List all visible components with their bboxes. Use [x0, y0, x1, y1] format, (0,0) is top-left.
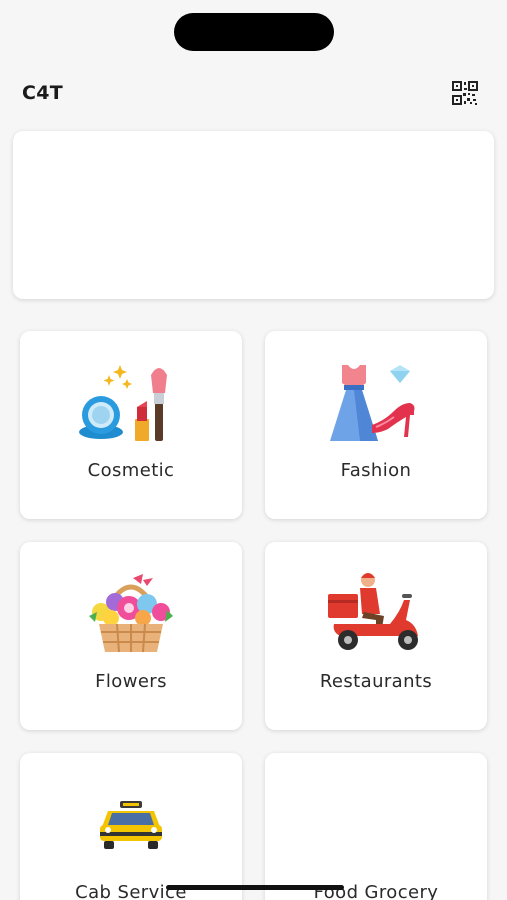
- category-card-fashion[interactable]: Fashion: [265, 331, 487, 519]
- cosmetic-icon: [20, 363, 242, 443]
- category-card-restaurants[interactable]: Restaurants: [265, 542, 487, 730]
- taxi-icon: [20, 799, 242, 851]
- category-card-cab-service[interactable]: Cab Service: [20, 753, 242, 900]
- restaurant-delivery-icon: [265, 572, 487, 656]
- category-label: Cosmetic: [87, 460, 175, 481]
- dynamic-island: [174, 13, 334, 51]
- category-label: Restaurants: [319, 671, 433, 692]
- home-indicator: [166, 885, 344, 890]
- app-title: C4T: [22, 82, 64, 104]
- category-card-food-grocery[interactable]: Food Grocery: [265, 753, 487, 900]
- flowers-icon: [20, 572, 242, 656]
- category-card-flowers[interactable]: Flowers: [20, 542, 242, 730]
- category-card-cosmetic[interactable]: Cosmetic: [20, 331, 242, 519]
- category-label: Fashion: [340, 460, 412, 481]
- fashion-icon: [265, 361, 487, 445]
- qr-code-icon[interactable]: [451, 80, 479, 106]
- promo-banner[interactable]: [13, 131, 494, 299]
- category-label: Flowers: [95, 671, 167, 692]
